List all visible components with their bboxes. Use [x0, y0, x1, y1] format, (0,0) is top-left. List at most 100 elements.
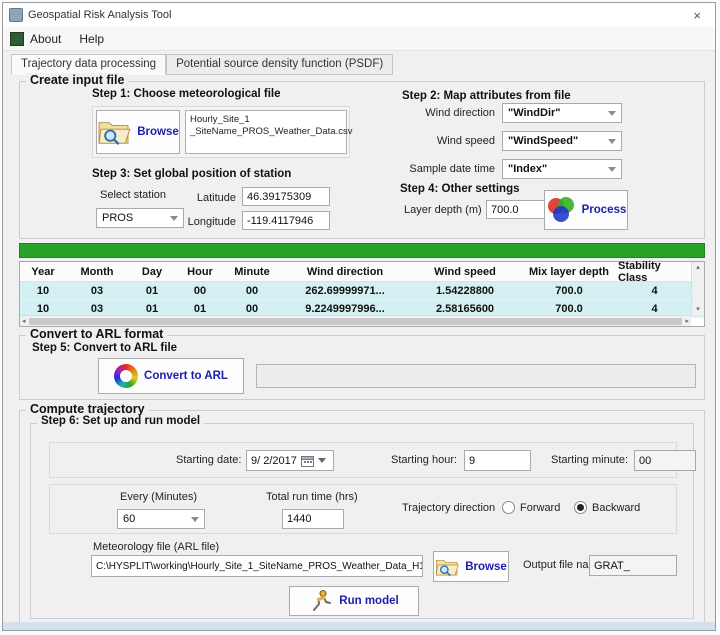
- window-bottom-edge: [3, 622, 715, 630]
- sample-date-time-select[interactable]: "Index": [502, 159, 622, 179]
- starting-hour-field[interactable]: 9: [464, 450, 531, 471]
- total-run-time-value: 1440: [287, 513, 311, 525]
- col-day[interactable]: Day: [128, 262, 176, 281]
- met-csv-filename-line1: Hourly_Site_1: [190, 114, 342, 126]
- table-horizontal-scrollbar[interactable]: ◂ ▸: [20, 315, 691, 326]
- latitude-field[interactable]: 46.39175309: [242, 187, 330, 206]
- station-value: PROS: [102, 212, 133, 224]
- menu-help[interactable]: Help: [77, 30, 112, 48]
- step4-label: Step 4: Other settings: [400, 183, 520, 195]
- col-wind-speed[interactable]: Wind speed: [410, 262, 520, 281]
- tab-trajectory-data-processing[interactable]: Trajectory data processing: [11, 54, 166, 75]
- scroll-down-icon[interactable]: ▾: [694, 304, 702, 315]
- station-select[interactable]: PROS: [96, 208, 184, 228]
- longitude-field[interactable]: -119.4117946: [242, 211, 330, 230]
- starting-date-value: 9/ 2/2017: [251, 455, 297, 467]
- cell: 01: [128, 282, 176, 299]
- backward-radio[interactable]: [574, 501, 587, 514]
- col-mix-layer-depth[interactable]: Mix layer depth: [520, 262, 618, 281]
- color-wheel-icon: [114, 364, 138, 388]
- scroll-left-icon[interactable]: ◂: [20, 316, 28, 327]
- tab-psdf[interactable]: Potential source density function (PSDF): [166, 54, 393, 75]
- col-month[interactable]: Month: [66, 262, 128, 281]
- browse-met-file-button[interactable]: Browse: [96, 110, 180, 154]
- met-arl-file-value: C:\HYSPLIT\working\Hourly_Site_1_SiteNam…: [96, 561, 423, 572]
- chevron-down-icon[interactable]: [318, 458, 326, 463]
- about-icon: [10, 32, 24, 46]
- wind-speed-value: "WindSpeed": [508, 135, 578, 147]
- folder-search-icon: [435, 557, 459, 577]
- starting-minute-value: 00: [639, 455, 651, 467]
- browse-arl-file-button[interactable]: Browse: [433, 551, 509, 582]
- col-stability-class[interactable]: Stability Class: [618, 262, 691, 281]
- app-window: Geospatial Risk Analysis Tool × About He…: [2, 2, 716, 631]
- create-input-group-label: Create input file: [26, 73, 128, 87]
- arl-progress-bar: [256, 364, 696, 388]
- cell: 700.0: [520, 282, 618, 299]
- scroll-up-icon[interactable]: ▴: [694, 262, 702, 273]
- runner-icon: [309, 589, 333, 613]
- step6-label: Step 6: Set up and run model: [37, 415, 204, 427]
- layer-depth-field[interactable]: 700.0: [486, 200, 552, 219]
- total-run-time-label: Total run time (hrs): [266, 491, 358, 503]
- col-minute[interactable]: Minute: [224, 262, 280, 281]
- layer-depth-value: 700.0: [491, 204, 519, 216]
- col-hour[interactable]: Hour: [176, 262, 224, 281]
- trajectory-direction-label: Trajectory direction: [402, 502, 495, 514]
- output-prefix-value: GRAT_: [594, 560, 630, 572]
- convert-arl-group-label: Convert to ARL format: [26, 327, 167, 341]
- sample-date-time-value: "Index": [508, 163, 547, 175]
- table-vertical-scrollbar[interactable]: ▴ ▾: [691, 262, 704, 315]
- col-wind-direction[interactable]: Wind direction: [280, 262, 410, 281]
- step5-label: Step 5: Convert to ARL file: [32, 342, 177, 354]
- step2-label: Step 2: Map attributes from file: [402, 90, 571, 102]
- table-header-row: Year Month Day Hour Minute Wind directio…: [20, 262, 704, 282]
- menu-about[interactable]: About: [28, 30, 69, 48]
- app-icon: [9, 8, 23, 22]
- compute-trajectory-group-label: Compute trajectory: [26, 402, 149, 416]
- table-row[interactable]: 10 03 01 00 00 262.69999971... 1.5422880…: [20, 282, 704, 300]
- create-input-group: Create input file Step 1: Choose meteoro…: [19, 81, 705, 239]
- total-run-time-field[interactable]: 1440: [282, 509, 344, 529]
- met-arl-file-field[interactable]: C:\HYSPLIT\working\Hourly_Site_1_SiteNam…: [91, 555, 423, 577]
- weather-data-table: Year Month Day Hour Minute Wind directio…: [19, 261, 705, 327]
- wind-direction-value: "WindDir": [508, 107, 561, 119]
- scrollbar-thumb[interactable]: [29, 318, 683, 325]
- output-prefix-field[interactable]: GRAT_: [589, 555, 677, 576]
- close-icon[interactable]: ×: [685, 8, 709, 23]
- screen: Geospatial Risk Analysis Tool × About He…: [0, 0, 720, 635]
- step6-group: Step 6: Set up and run model Starting da…: [30, 423, 694, 619]
- wind-direction-select[interactable]: "WindDir": [502, 103, 622, 123]
- window-title: Geospatial Risk Analysis Tool: [28, 9, 171, 21]
- run-model-button[interactable]: Run model: [289, 586, 419, 616]
- title-bar: Geospatial Risk Analysis Tool ×: [3, 3, 715, 27]
- starting-hour-label: Starting hour:: [391, 454, 457, 466]
- longitude-label: Longitude: [178, 216, 236, 228]
- cell: 10: [20, 282, 66, 299]
- starting-date-label: Starting date:: [176, 454, 241, 466]
- every-minutes-select[interactable]: 60: [117, 509, 205, 529]
- starting-minute-label: Starting minute:: [551, 454, 628, 466]
- cell: 262.69999971...: [280, 282, 410, 299]
- browse-arl-label: Browse: [465, 561, 507, 573]
- cell: 00: [224, 282, 280, 299]
- run-model-label: Run model: [339, 595, 398, 607]
- process-button[interactable]: Process: [544, 190, 628, 230]
- backward-radio-label[interactable]: Backward: [592, 502, 640, 514]
- met-csv-filename-box[interactable]: Hourly_Site_1 _SiteName_PROS_Weather_Dat…: [185, 110, 347, 154]
- calendar-icon: [301, 455, 314, 467]
- rgb-circles-icon: [546, 196, 576, 224]
- wind-speed-select[interactable]: "WindSpeed": [502, 131, 622, 151]
- tab-strip: Trajectory data processing Potential sou…: [11, 53, 707, 75]
- scroll-right-icon[interactable]: ▸: [683, 316, 691, 327]
- convert-to-arl-button[interactable]: Convert to ARL: [98, 358, 244, 394]
- starting-minute-field[interactable]: 00: [634, 450, 696, 471]
- starting-date-picker[interactable]: 9/ 2/2017: [246, 450, 334, 471]
- forward-radio[interactable]: [502, 501, 515, 514]
- process-label: Process: [582, 204, 627, 216]
- sample-date-time-label: Sample date time: [385, 163, 495, 175]
- latitude-label: Latitude: [178, 192, 236, 204]
- forward-radio-label[interactable]: Forward: [520, 502, 560, 514]
- col-year[interactable]: Year: [20, 262, 66, 281]
- chevron-down-icon: [608, 167, 616, 172]
